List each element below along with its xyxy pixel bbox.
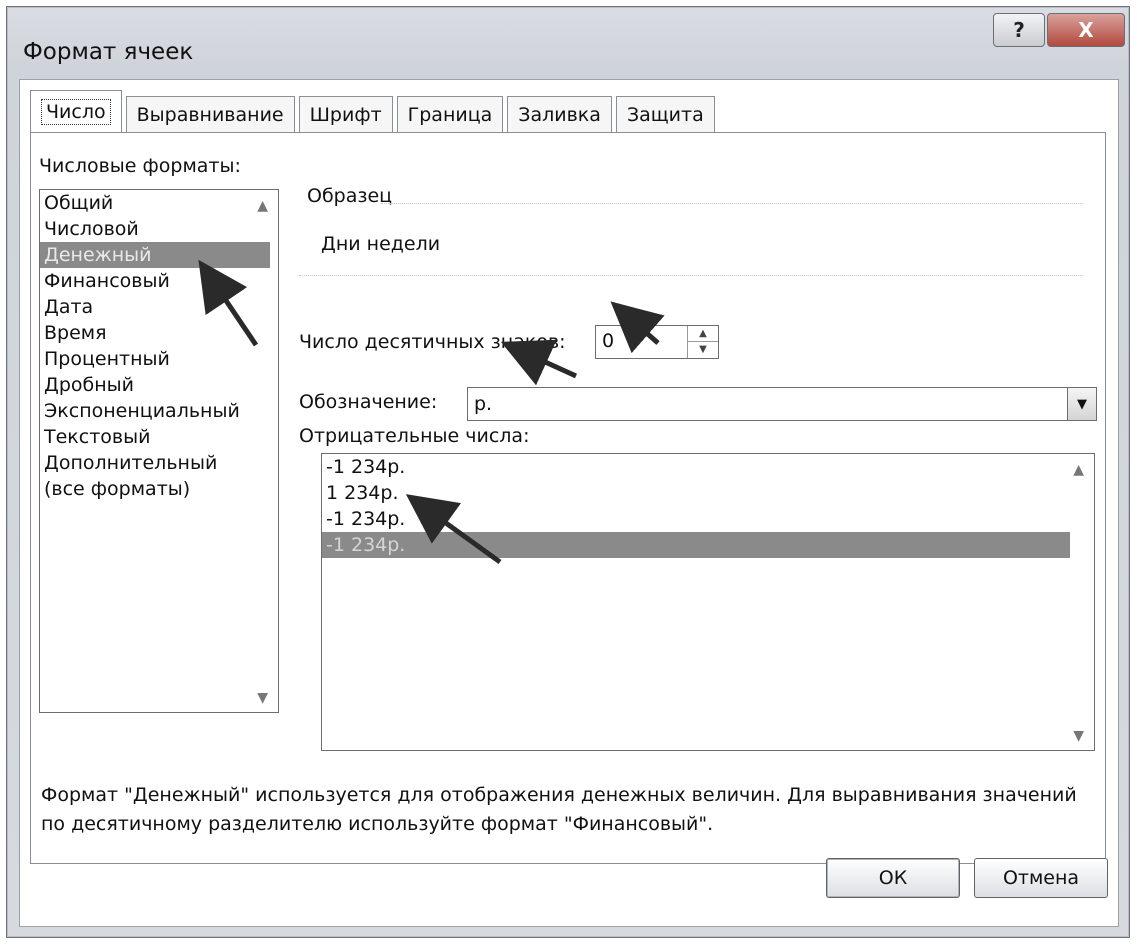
decimal-places-label: Число десятичных знаков: <box>299 331 566 353</box>
tab-font-label: Шрифт <box>309 103 382 126</box>
number-tab-pane: Числовые форматы: Общий Числовой Денежны… <box>30 132 1106 864</box>
spin-down-icon[interactable]: ▼ <box>688 342 718 357</box>
list-item[interactable]: Финансовый <box>40 268 278 294</box>
tab-protection[interactable]: Защита <box>615 96 715 132</box>
list-item[interactable]: Дата <box>40 294 278 320</box>
tab-fill[interactable]: Заливка <box>507 96 612 132</box>
list-item[interactable]: Дробный <box>40 372 278 398</box>
list-item[interactable]: 1 234р. <box>322 480 1094 506</box>
tab-fill-label: Заливка <box>518 103 601 126</box>
tab-number[interactable]: Число <box>30 90 122 132</box>
list-item-selected[interactable]: -1 234р. <box>322 532 1070 558</box>
decimal-places-spinner[interactable]: 0 ▲ ▼ <box>595 325 719 359</box>
help-button[interactable]: ? <box>993 13 1045 47</box>
spin-up-icon[interactable]: ▲ <box>688 326 718 342</box>
scroll-down-icon[interactable]: ▼ <box>1073 728 1084 744</box>
symbol-select[interactable]: р. ▼ <box>467 387 1097 421</box>
format-description: Формат "Денежный" используется для отобр… <box>41 784 1077 835</box>
list-item[interactable]: -1 234р. <box>322 454 1094 480</box>
cancel-button[interactable]: Отмена <box>974 858 1108 898</box>
question-icon: ? <box>1013 18 1025 42</box>
list-item[interactable]: Общий <box>40 190 278 216</box>
dialog-title: Формат ячеек <box>23 39 194 65</box>
tab-strip: Число Выравнивание Шрифт Граница Заливка… <box>30 90 719 132</box>
formats-label: Числовые форматы: <box>39 155 241 177</box>
negative-numbers-list[interactable]: -1 234р. 1 234р. -1 234р. -1 234р. ▲ ▼ <box>321 453 1095 751</box>
sample-group-line <box>381 203 1083 205</box>
list-item[interactable]: (все форматы) <box>40 476 278 502</box>
decimal-places-value[interactable]: 0 <box>602 330 614 352</box>
scroll-down-icon[interactable]: ▼ <box>257 690 268 706</box>
close-icon: X <box>1078 18 1094 42</box>
list-item[interactable]: Время <box>40 320 278 346</box>
tab-border-label: Граница <box>407 103 493 126</box>
list-item[interactable]: Процентный <box>40 346 278 372</box>
tab-border[interactable]: Граница <box>396 96 504 132</box>
tab-font[interactable]: Шрифт <box>298 96 393 132</box>
list-item[interactable]: Дополнительный <box>40 450 278 476</box>
ok-button[interactable]: ОК <box>826 858 960 898</box>
sample-value: Дни недели <box>321 233 441 255</box>
close-button[interactable]: X <box>1047 13 1125 47</box>
spinner-buttons: ▲ ▼ <box>687 326 718 358</box>
sample-separator <box>299 275 1083 277</box>
list-item[interactable]: Текстовый <box>40 424 278 450</box>
tab-alignment[interactable]: Выравнивание <box>125 96 295 132</box>
list-item[interactable]: Экспоненциальный <box>40 398 278 424</box>
list-item[interactable]: -1 234р. <box>322 506 1094 532</box>
symbol-label: Обозначение: <box>299 391 438 413</box>
sample-label: Образец <box>307 185 393 207</box>
chevron-down-icon[interactable]: ▼ <box>1067 388 1096 420</box>
scroll-up-icon[interactable]: ▲ <box>257 198 268 214</box>
list-item[interactable]: Числовой <box>40 216 278 242</box>
tab-number-label: Число <box>41 98 111 125</box>
format-cells-dialog: Формат ячеек ? X Число Выравнивание Шриф… <box>6 6 1130 938</box>
negative-numbers-label: Отрицательные числа: <box>299 425 530 447</box>
number-format-list[interactable]: Общий Числовой Денежный Финансовый Дата … <box>39 189 279 713</box>
tab-alignment-label: Выравнивание <box>136 103 284 126</box>
list-item-selected[interactable]: Денежный <box>40 242 270 268</box>
symbol-value: р. <box>474 393 493 415</box>
scroll-up-icon[interactable]: ▲ <box>1073 462 1084 478</box>
tab-protection-label: Защита <box>626 103 704 126</box>
dialog-client: Число Выравнивание Шрифт Граница Заливка… <box>19 79 1119 927</box>
title-bar: Формат ячеек ? X <box>7 7 1129 77</box>
